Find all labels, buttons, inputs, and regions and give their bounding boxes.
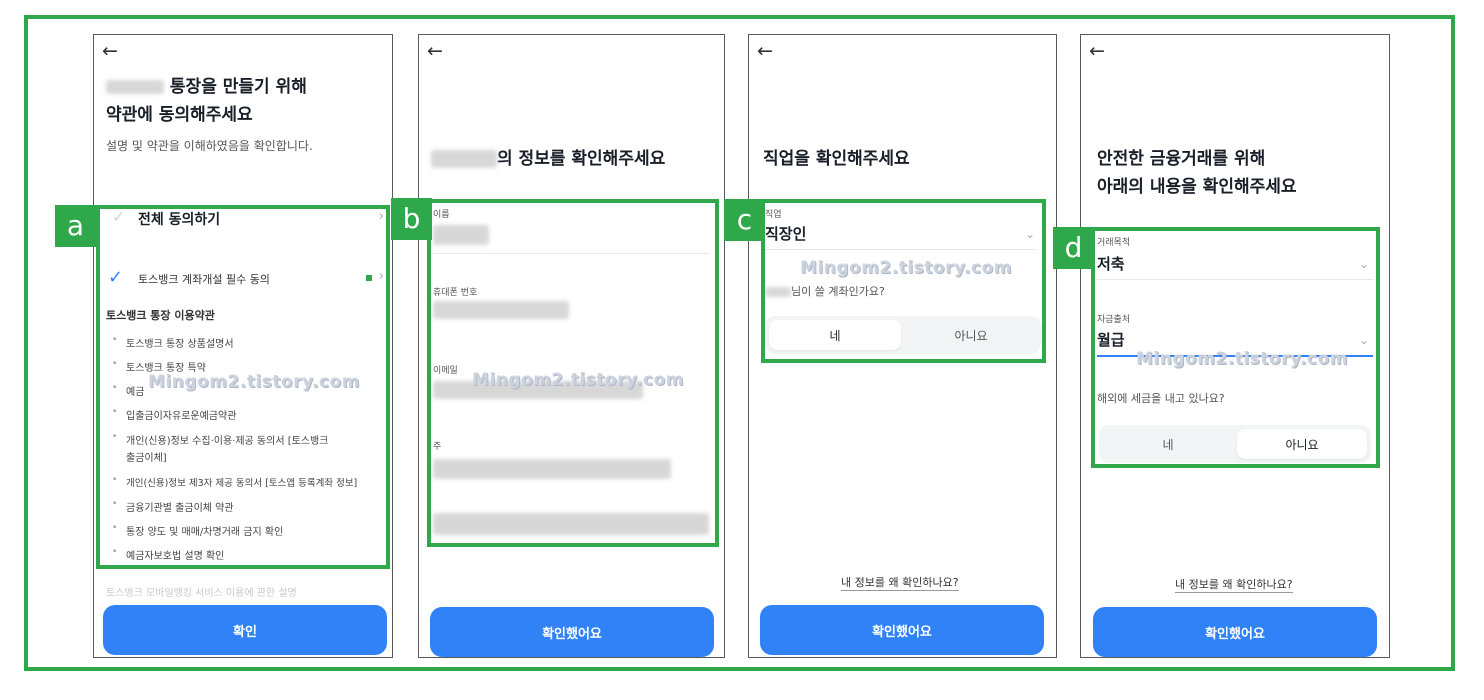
blurred-user-name <box>431 150 497 168</box>
label-d: d <box>1053 227 1094 269</box>
page-title: 안전한 금융거래를 위해 아래의 내용을 확인해주세요 <box>1097 145 1297 201</box>
highlight-box-d <box>1091 227 1380 468</box>
page-subtitle: 설명 및 약관을 이해하였음을 확인합니다. <box>106 139 313 153</box>
confirmed-button[interactable]: 확인했어요 <box>430 607 714 657</box>
watermark-text: Mingom2.tistory.com <box>148 372 360 392</box>
back-arrow-icon[interactable]: ← <box>102 41 118 61</box>
back-arrow-icon[interactable]: ← <box>1089 41 1105 61</box>
confirmed-button[interactable]: 확인했어요 <box>760 605 1044 655</box>
confirm-button[interactable]: 확인 <box>103 605 387 655</box>
title-line2: 약관에 동의해주세요 <box>106 105 253 125</box>
confirmed-button[interactable]: 확인했어요 <box>1093 607 1377 657</box>
back-arrow-icon[interactable]: ← <box>757 41 773 61</box>
label-a: a <box>55 205 96 247</box>
back-arrow-icon[interactable]: ← <box>427 41 443 61</box>
title-line1: 통장을 만들기 위해 <box>169 77 307 97</box>
why-info-link[interactable]: 내 정보를 왜 확인하나요? <box>841 574 959 591</box>
page-title: 의 정보를 확인해주세요 <box>431 145 665 173</box>
blurred-bank-name <box>106 80 164 94</box>
why-info-link[interactable]: 내 정보를 왜 확인하나요? <box>1175 576 1293 593</box>
title-line1: 안전한 금융거래를 위해 <box>1097 149 1266 169</box>
highlight-box-c <box>761 199 1046 363</box>
label-b: b <box>391 198 432 240</box>
watermark-text: Mingom2.tistory.com <box>472 370 684 390</box>
watermark-text: Mingom2.tistory.com <box>1136 349 1348 369</box>
watermark-text: Mingom2.tistory.com <box>800 258 1012 278</box>
title-text: 의 정보를 확인해주세요 <box>497 149 666 169</box>
footer-text: 토스뱅크 모바일뱅킹 서비스 이용에 관한 설명 <box>106 588 297 599</box>
label-c: c <box>724 199 765 241</box>
page-title: 직업을 확인해주세요 <box>763 149 910 169</box>
title-line2: 아래의 내용을 확인해주세요 <box>1097 177 1297 197</box>
page-title: 통장을 만들기 위해 약관에 동의해주세요 <box>106 73 307 129</box>
